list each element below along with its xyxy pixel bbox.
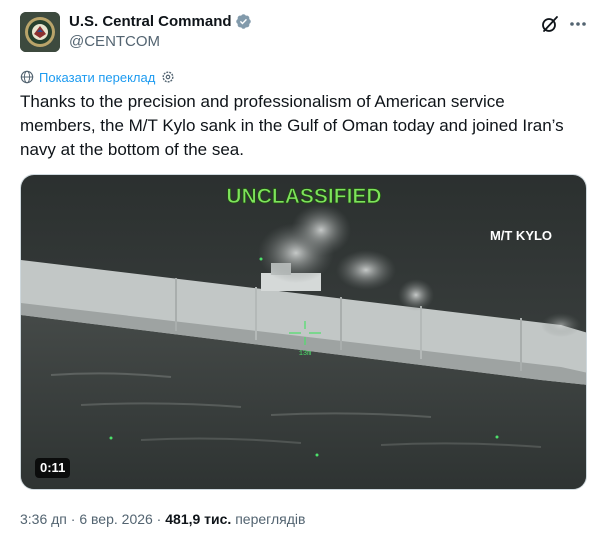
overlay-tag: 13m [299,350,312,358]
author-handle[interactable]: @CENTCOM [69,32,160,51]
tweet-time[interactable]: 3:36 дп [20,511,67,527]
gear-icon[interactable] [161,70,175,84]
meta-separator: · [152,511,166,527]
views-label: переглядів [235,511,306,527]
show-translation[interactable]: Показати переклад [20,68,175,86]
overlay-title: UNCLASSIFIED [226,185,381,208]
globe-icon [20,70,34,84]
author-name[interactable]: U.S. Central Command [69,12,232,31]
centcom-seal-icon [20,12,60,52]
video-player[interactable]: 13m UNCLASSIFIED M/T KYLO 0:11 [20,174,587,490]
overlay-label: M/T KYLO [490,228,552,243]
tweet-meta: 3:36 дп · 6 вер. 2026 · 481,9 тис. перег… [20,510,305,528]
tweet-date[interactable]: 6 вер. 2026 [79,511,152,527]
video-frame[interactable]: 13m UNCLASSIFIED M/T KYLO [21,175,587,490]
show-translation-label[interactable]: Показати переклад [39,70,155,85]
tweet-text: Thanks to the precision and professional… [20,92,564,159]
more-icon[interactable] [568,14,588,34]
grok-icon[interactable] [540,14,560,34]
video-duration-badge: 0:11 [35,458,71,478]
avatar[interactable] [20,12,60,52]
views-count[interactable]: 481,9 тис. [165,511,231,527]
meta-separator: · [66,511,80,527]
verified-badge-icon [235,13,252,30]
tweet-header: U.S. Central Command @CENTCOM [20,12,586,60]
